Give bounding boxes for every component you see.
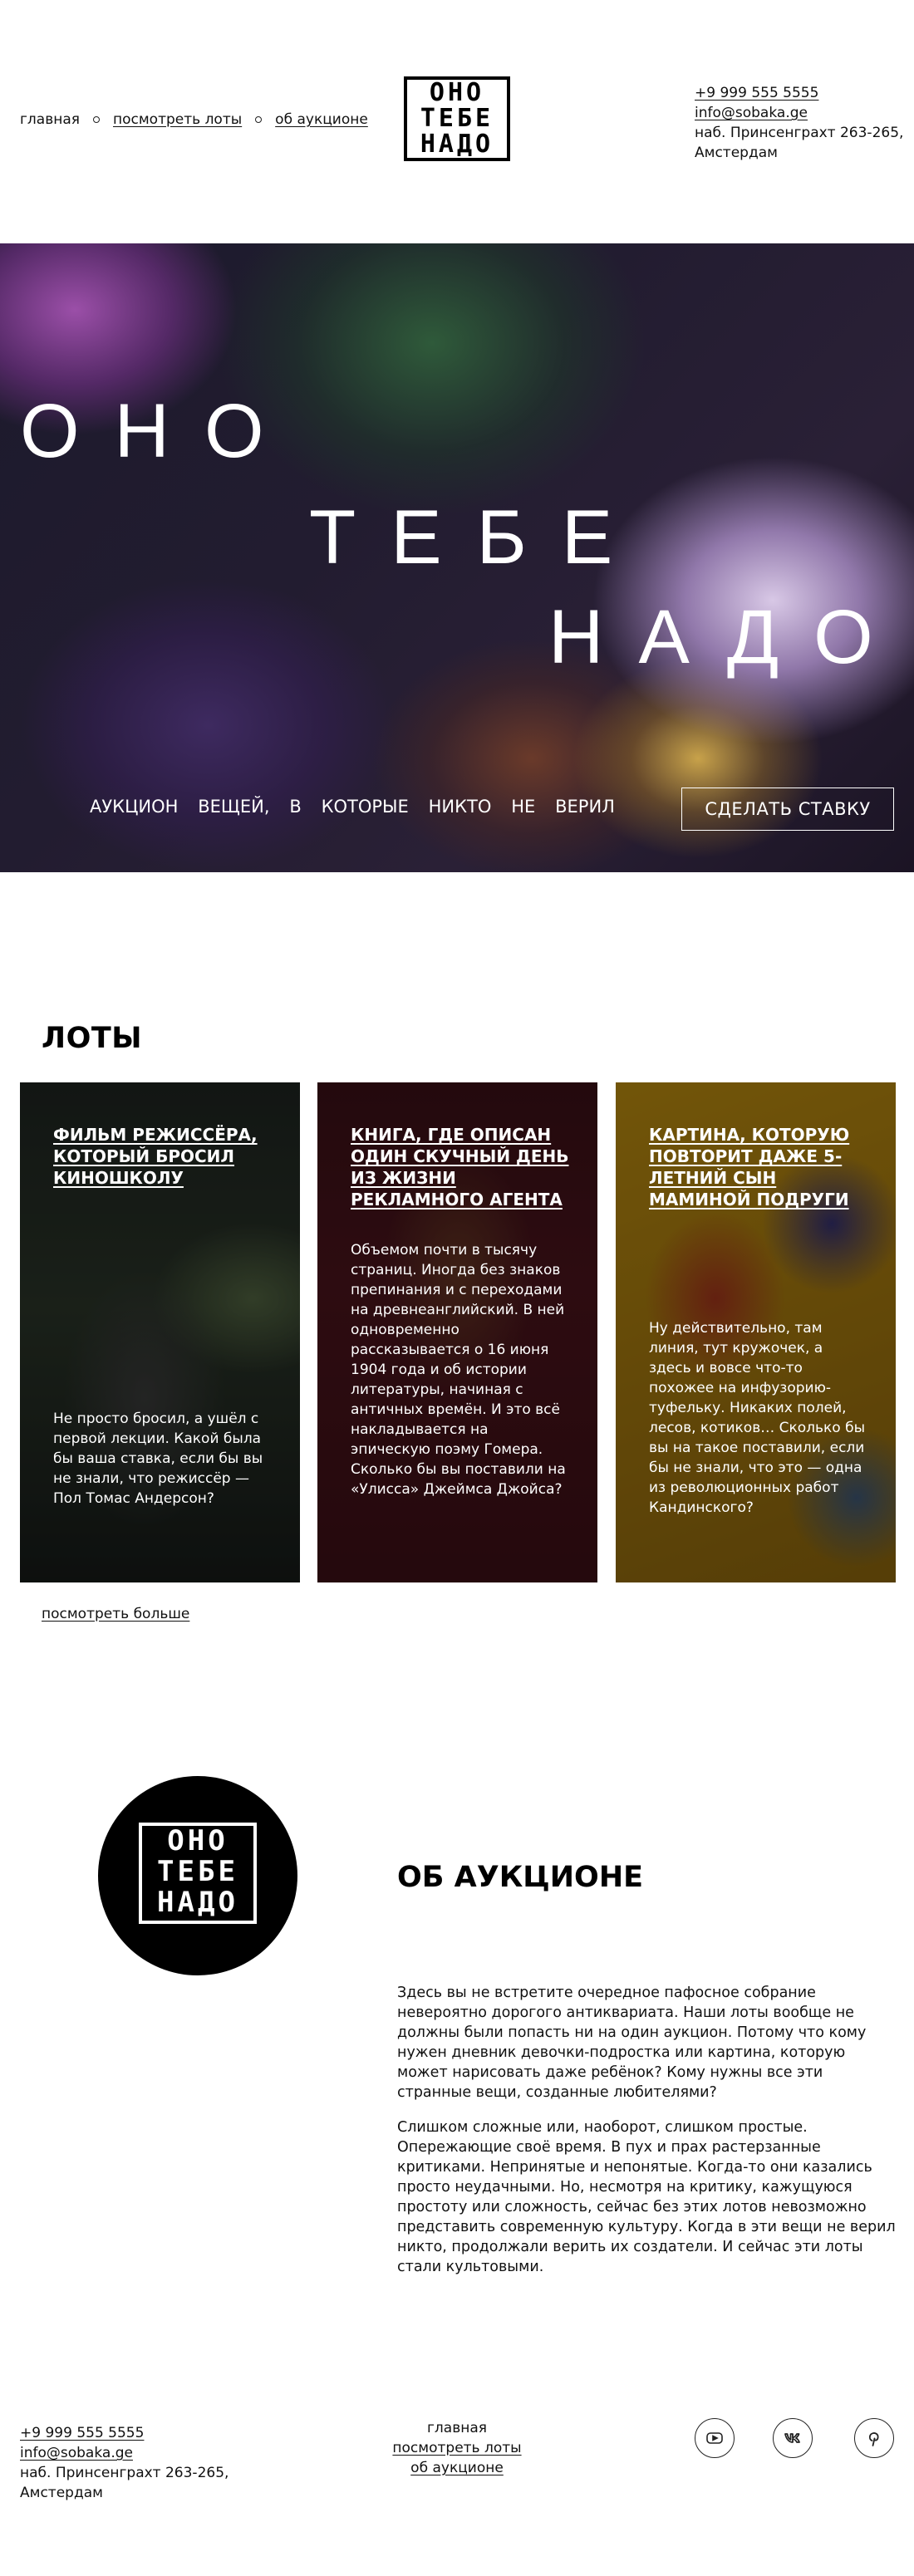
tagline-word: ВЕЩЕЙ, bbox=[198, 797, 270, 817]
logo-line: ТЕБЕ bbox=[420, 104, 494, 133]
hero-word-tebe: ТЕБЕ bbox=[309, 495, 648, 580]
footer-nav-lots[interactable]: посмотреть лоты bbox=[374, 2438, 540, 2458]
lot-card-text: Объемом почти в тысячу страниц. Иногда б… bbox=[351, 1242, 566, 1498]
header-contacts: +9 999 555 5555 info@sobaka.ge наб. Прин… bbox=[695, 83, 903, 163]
nav-separator-dot bbox=[93, 116, 100, 123]
view-more-link[interactable]: посмотреть больше bbox=[42, 1606, 189, 1622]
header-address-line: наб. Принсенграхт 263-265, bbox=[695, 125, 904, 141]
footer-nav-home[interactable]: главная bbox=[374, 2418, 540, 2438]
footer-address-line: наб. Принсенграхт 263-265, bbox=[20, 2465, 229, 2481]
lot-card-title[interactable]: ФИЛЬМ РЕЖИССЁРА, КОТОРЫЙ БРОСИЛ КИНОШКОЛ… bbox=[53, 1124, 282, 1189]
youtube-icon[interactable] bbox=[695, 2418, 735, 2458]
footer-nav-about[interactable]: об аукционе bbox=[374, 2458, 540, 2478]
footer-address-city: Амстердам bbox=[20, 2485, 103, 2501]
header-phone-link[interactable]: +9 999 555 5555 bbox=[695, 83, 903, 103]
logo-line: НАДО bbox=[157, 1886, 238, 1919]
hero-banner: ОНО ТЕБЕ НАДО АУКЦИОН ВЕЩЕЙ, В КОТОРЫЕ Н… bbox=[0, 243, 914, 872]
tagline-word: НЕ bbox=[511, 797, 536, 817]
logo-line: ТЕБЕ bbox=[157, 1855, 238, 1888]
hero-word-nado: НАДО bbox=[548, 595, 908, 680]
tagline-word: НИКТО bbox=[428, 797, 492, 817]
header-address-city: Амстердам bbox=[695, 145, 778, 161]
main-nav: главная посмотреть лоты об аукционе bbox=[20, 111, 368, 128]
footer-email-link[interactable]: info@sobaka.ge bbox=[20, 2443, 228, 2463]
about-paragraph: Слишком сложные или, наоборот, слишком п… bbox=[397, 2119, 896, 2275]
about-paragraph: Здесь вы не встретите очередное пафосное… bbox=[397, 1985, 867, 2101]
tagline-word: АУКЦИОН bbox=[90, 797, 179, 817]
nav-about-link[interactable]: об аукционе bbox=[275, 111, 368, 128]
header-email-link[interactable]: info@sobaka.ge bbox=[695, 103, 903, 123]
logo-line: ОНО bbox=[429, 78, 485, 107]
footer-phone-link[interactable]: +9 999 555 5555 bbox=[20, 2423, 228, 2443]
lot-card-book[interactable]: КНИГА, ГДЕ ОПИСАН ОДИН СКУЧНЫЙ ДЕНЬ ИЗ Ж… bbox=[317, 1082, 597, 1582]
tagline-word: В bbox=[289, 797, 302, 817]
lot-card-text: Не просто бросил, а ушёл с первой лекции… bbox=[53, 1411, 263, 1507]
logo-line: ОНО bbox=[167, 1824, 228, 1857]
lot-card-text: Ну действительно, там линия, тут кружоче… bbox=[649, 1320, 866, 1516]
hero-word-ono: ОНО bbox=[20, 389, 299, 473]
lot-card-painting[interactable]: КАРТИНА, КОТОРУЮ ПОВТОРИТ ДАЖЕ 5-ЛЕТНИЙ … bbox=[616, 1082, 896, 1582]
about-logo: ОНО ТЕБЕ НАДО bbox=[139, 1823, 257, 1924]
logo-line: НАДО bbox=[420, 130, 494, 159]
site-logo[interactable]: ОНО ТЕБЕ НАДО bbox=[404, 76, 510, 161]
hero-tagline: АУКЦИОН ВЕЩЕЙ, В КОТОРЫЕ НИКТО НЕ ВЕРИЛ bbox=[90, 797, 615, 817]
pinterest-icon[interactable] bbox=[854, 2418, 894, 2458]
place-bid-button[interactable]: СДЕЛАТЬ СТАВКУ bbox=[681, 788, 894, 831]
site-header: главная посмотреть лоты об аукционе ОНО … bbox=[0, 0, 914, 243]
about-logo-circle: ОНО ТЕБЕ НАДО bbox=[98, 1776, 297, 1975]
footer-contacts: +9 999 555 5555 info@sobaka.ge наб. Прин… bbox=[20, 2423, 228, 2503]
nav-lots-link[interactable]: посмотреть лоты bbox=[113, 111, 242, 128]
lot-card-title[interactable]: КАРТИНА, КОТОРУЮ ПОВТОРИТ ДАЖЕ 5-ЛЕТНИЙ … bbox=[649, 1124, 877, 1210]
tagline-word: ВЕРИЛ bbox=[555, 797, 615, 817]
about-section-title: ОБ АУКЦИОНЕ bbox=[397, 1861, 644, 1894]
lot-card-film[interactable]: ФИЛЬМ РЕЖИССЁРА, КОТОРЫЙ БРОСИЛ КИНОШКОЛ… bbox=[20, 1082, 300, 1582]
nav-separator-dot bbox=[255, 116, 263, 123]
vk-icon[interactable] bbox=[773, 2418, 813, 2458]
nav-home-link[interactable]: главная bbox=[20, 111, 80, 128]
footer-nav: главная посмотреть лоты об аукционе bbox=[374, 2418, 540, 2478]
lots-section-title: ЛОТЫ bbox=[42, 1022, 142, 1055]
tagline-word: КОТОРЫЕ bbox=[321, 797, 409, 817]
lot-card-title[interactable]: КНИГА, ГДЕ ОПИСАН ОДИН СКУЧНЫЙ ДЕНЬ ИЗ Ж… bbox=[351, 1124, 579, 1210]
